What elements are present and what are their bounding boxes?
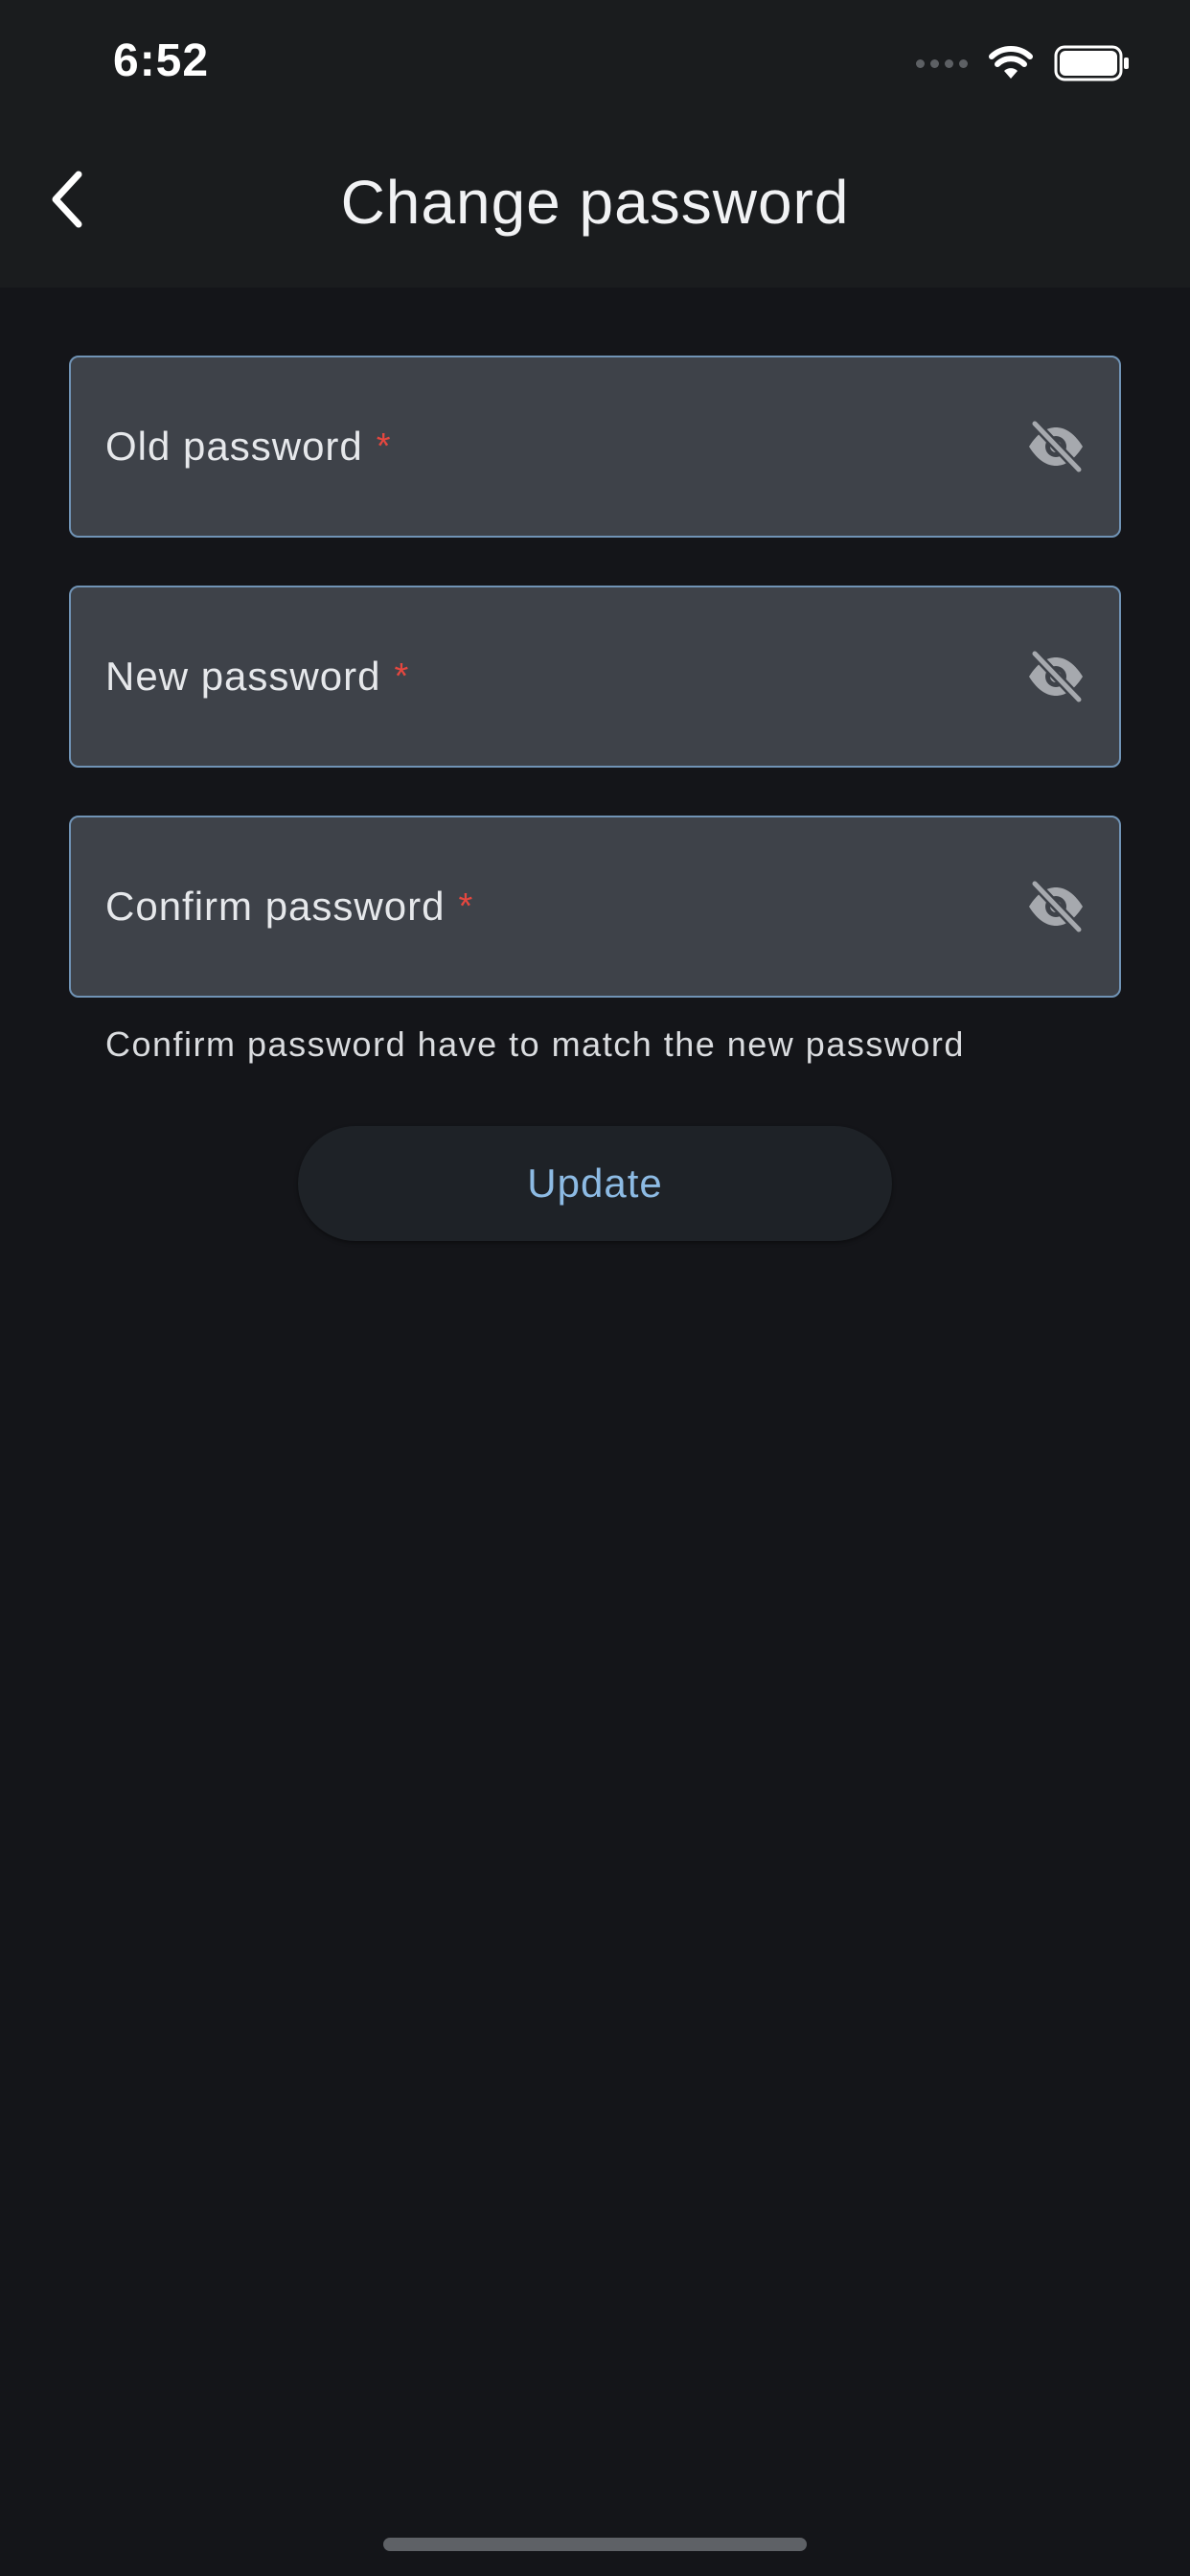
old-password-field[interactable]: Old password * <box>69 356 1121 538</box>
new-password-field[interactable]: New password * <box>69 586 1121 768</box>
nav-bar: Change password <box>0 130 1190 288</box>
field-label-text: Old password <box>105 424 363 469</box>
toggle-visibility-button[interactable] <box>1025 418 1087 475</box>
required-mark: * <box>376 426 392 467</box>
home-indicator[interactable] <box>383 2538 807 2551</box>
toggle-visibility-button[interactable] <box>1025 878 1087 935</box>
new-password-label: New password * <box>105 587 409 766</box>
signal-icon <box>916 58 968 68</box>
field-label-text: New password <box>105 654 381 699</box>
eye-off-icon <box>1029 880 1084 933</box>
field-label-text: Confirm password <box>105 884 446 929</box>
battery-icon <box>1054 45 1129 81</box>
confirm-password-label: Confirm password * <box>105 817 473 996</box>
helper-text: Confirm password have to match the new p… <box>105 1024 965 1064</box>
confirm-password-field[interactable]: Confirm password * <box>69 816 1121 998</box>
page-title: Change password <box>340 168 850 237</box>
status-time: 6:52 <box>113 35 210 86</box>
required-mark: * <box>458 886 474 927</box>
wifi-icon <box>989 46 1033 79</box>
eye-off-icon <box>1029 650 1084 703</box>
eye-off-icon <box>1029 420 1084 473</box>
change-password-form: Old password * New password * Confirm pa… <box>69 356 1121 1046</box>
required-mark: * <box>394 656 410 697</box>
status-bar: 6:52 <box>0 0 1190 130</box>
toggle-visibility-button[interactable] <box>1025 648 1087 705</box>
old-password-label: Old password * <box>105 357 392 536</box>
status-icons <box>916 44 1131 82</box>
update-button[interactable]: Update <box>298 1126 892 1241</box>
